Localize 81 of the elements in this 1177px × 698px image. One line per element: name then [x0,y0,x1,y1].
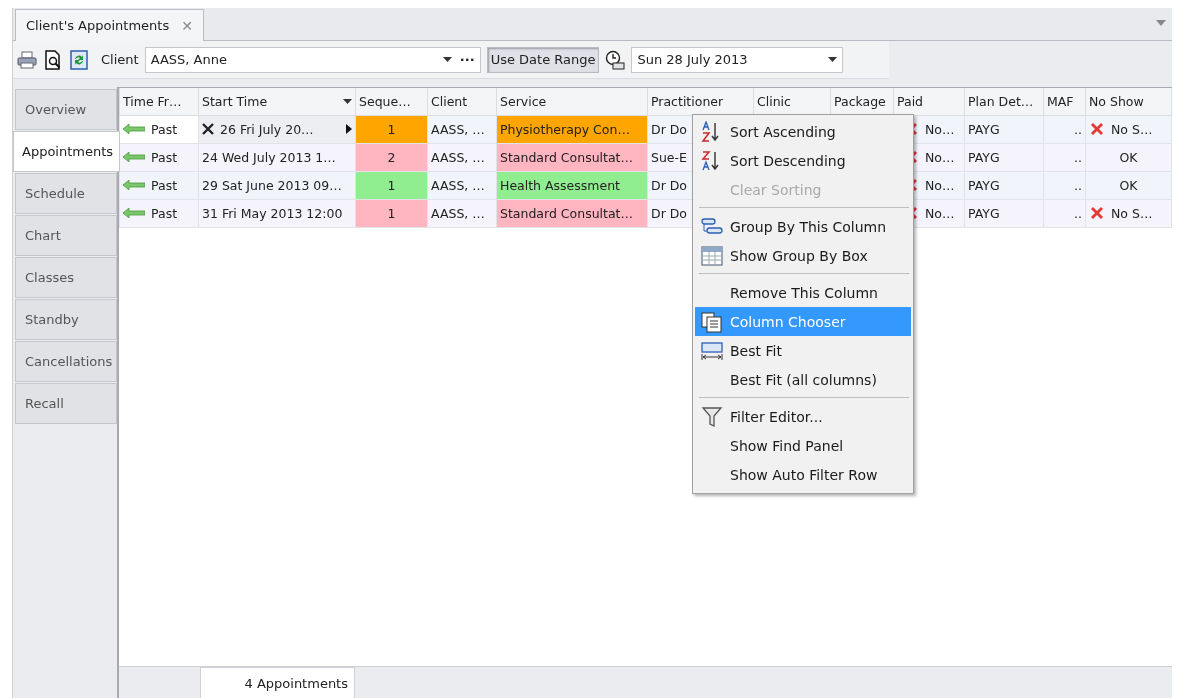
client-label: Client [101,52,139,67]
print-icon[interactable] [17,49,37,70]
column-header[interactable]: Client [427,88,497,115]
table-cell: 1 [355,171,428,199]
table-cell: Standard Consultat… [496,143,648,171]
triangle-right-icon[interactable] [346,124,352,134]
menu-item[interactable]: Show Auto Filter Row [695,460,911,489]
table-cell: OK [1085,143,1172,171]
dropdown-caret-icon[interactable] [1156,20,1166,26]
clear-icon[interactable] [202,123,214,135]
side-tab[interactable]: Schedule [15,173,117,214]
side-tab[interactable]: Standby [15,299,117,340]
table-icon [700,244,724,267]
column-header[interactable]: MAF [1043,88,1086,115]
caret-icon[interactable] [442,57,452,62]
table-cell: PAYG [964,171,1044,199]
table-cell: No S… [1085,115,1172,143]
table-cell: PAYG [964,115,1044,143]
use-date-range-button[interactable]: Use Date Range [486,46,600,73]
refresh-icon[interactable] [69,49,89,70]
table-cell: OK [1085,171,1172,199]
table-cell: No S… [1085,199,1172,227]
clock-icon[interactable] [605,49,626,70]
side-tab[interactable]: Classes [15,257,117,298]
column-header[interactable]: Start Time [198,88,356,115]
side-tab[interactable]: Chart [15,215,117,256]
print-preview-icon[interactable] [43,49,63,70]
menu-item[interactable]: Filter Editor... [695,402,911,431]
table-cell: Past [119,143,199,171]
column-header[interactable]: No Show [1085,88,1172,115]
cross-icon [1089,205,1105,221]
table-cell: Health Assessment [496,171,648,199]
column-header[interactable]: Service [496,88,648,115]
record-count: 4 Appointments [200,667,355,698]
table-cell: 1 [355,115,428,143]
document-tab[interactable]: Client's Appointments ✕ [15,9,204,41]
date-combo[interactable]: Sun 28 July 2013 [631,46,844,73]
menu-item[interactable]: Best Fit (all columns) [695,365,911,394]
cross-icon [1089,121,1105,137]
menu-item[interactable]: Remove This Column [695,278,911,307]
table-cell: Past [119,199,199,227]
table-cell: 26 Fri July 20… [198,115,356,143]
client-combo[interactable]: AASS, Anne ··· [144,46,481,73]
table-cell: Past [119,115,199,143]
column-header[interactable]: Clinic [753,88,831,115]
table-cell: 1 [355,199,428,227]
filter-icon [700,405,724,428]
table-cell: Standard Consultat… [496,199,648,227]
caret-icon[interactable] [343,98,352,104]
table-cell: AASS, … [427,171,497,199]
menu-item[interactable]: Show Find Panel [695,431,911,460]
left-arrow-icon [123,152,145,162]
column-header[interactable]: Time Fr… [119,88,199,115]
table-cell: Past [119,171,199,199]
column-header[interactable]: Practitioner [647,88,754,115]
table-cell: AASS, … [427,143,497,171]
column-header[interactable]: Paid [893,88,965,115]
table-cell: 31 Fri May 2013 12:00 [198,199,356,227]
left-arrow-icon [123,180,145,190]
side-tab[interactable]: Appointments [13,131,120,172]
column-header[interactable]: Seque… [355,88,428,115]
column-header[interactable]: Plan Det… [964,88,1044,115]
table-cell: PAYG [964,143,1044,171]
table-cell: AASS, … [427,199,497,227]
table-cell: 24 Wed July 2013 1… [198,143,356,171]
table-cell: AASS, … [427,115,497,143]
best-fit-icon [700,339,724,362]
table-cell: PAYG [964,199,1044,227]
left-arrow-icon [123,208,145,218]
table-cell: 29 Sat June 2013 09… [198,171,356,199]
menu-item[interactable]: Best Fit [695,336,911,365]
side-tab[interactable]: Recall [15,383,117,424]
columns-icon [700,310,724,333]
menu-item[interactable]: Show Group By Box [695,241,911,270]
table-cell: 2 [355,143,428,171]
ellipsis-button[interactable]: ··· [459,52,475,67]
left-arrow-icon [123,124,145,134]
caret-icon[interactable] [828,57,838,62]
side-tab[interactable]: Cancellations [15,341,117,382]
table-cell: Physiotherapy Con… [496,115,648,143]
side-tab[interactable]: Overview [15,89,117,130]
